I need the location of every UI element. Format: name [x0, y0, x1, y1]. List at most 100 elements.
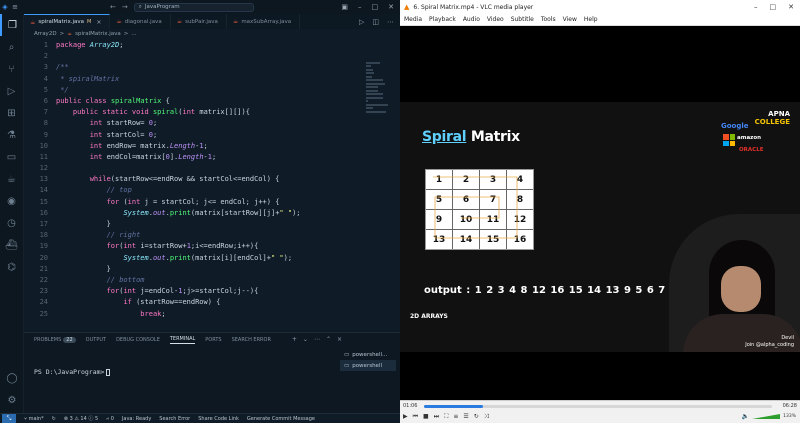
volume-control[interactable]: 🔈 133% [742, 413, 796, 420]
tab-terminal[interactable]: TERMINAL [169, 336, 196, 344]
status-ports[interactable]: ⑁ 0 [106, 416, 114, 422]
breadcrumb-symbol[interactable]: ... [131, 31, 136, 37]
status-sync-icon[interactable]: ↻ [52, 416, 56, 422]
code-line[interactable]: 1 package Array2D; [24, 40, 400, 51]
code-line[interactable]: 17 } [24, 219, 400, 230]
code-line[interactable]: 11 int endCol=matrix[0].Length-1; [24, 152, 400, 163]
menu-help[interactable]: Help [584, 16, 598, 23]
account-icon[interactable]: ◯ [0, 367, 24, 389]
code-line[interactable]: 22 // bottom [24, 275, 400, 286]
extensions-icon[interactable]: ⊞ [0, 102, 23, 124]
tab-diagonal[interactable]: ☕ diagonal.java [110, 14, 171, 29]
add-terminal-icon[interactable]: + [292, 336, 297, 343]
stop-icon[interactable]: ■ [423, 413, 429, 421]
code-line[interactable]: 23 for(int j=endCol-1;j>=startCol;j--){ [24, 286, 400, 297]
code-line[interactable]: 18 // right [24, 230, 400, 241]
java-projects-icon[interactable]: ☕ [0, 168, 23, 190]
code-line[interactable]: 6 public class spiralMatrix { [24, 96, 400, 107]
timeline-icon[interactable]: ◷ [0, 212, 23, 234]
maximize-icon[interactable]: □ [372, 3, 379, 11]
status-branch[interactable]: ⑂ main* [24, 416, 44, 422]
remote-indicator-icon[interactable]: ⤡ [2, 413, 16, 423]
terminal-output[interactable]: PS D:\JavaProgram> [34, 368, 111, 376]
menu-media[interactable]: Media [404, 16, 422, 23]
menu-view[interactable]: View [563, 16, 577, 23]
menu-playback[interactable]: Playback [429, 16, 456, 23]
code-line[interactable]: 13 while(startRow<=endRow && startCol<=e… [24, 174, 400, 185]
github-icon[interactable]: ◉ [0, 190, 23, 212]
minimize-icon[interactable]: – [754, 3, 758, 11]
code-line[interactable]: 16 System.out.print(matrix[startRow][j]+… [24, 208, 400, 219]
testing-icon[interactable]: ⚗ [0, 124, 23, 146]
code-line[interactable]: 24 if (startRow==endRow) { [24, 297, 400, 308]
back-arrow-icon[interactable]: ← [110, 3, 116, 11]
code-line[interactable]: 21 } [24, 264, 400, 275]
code-line[interactable]: 20 System.out.print(matrix[i][endCol]+" … [24, 253, 400, 264]
shuffle-icon[interactable]: ⤨ [484, 413, 489, 421]
volume-slider[interactable] [752, 414, 781, 419]
minimize-icon[interactable]: – [358, 3, 362, 11]
code-line[interactable]: 15 for (int j = startCol; j<= endCol; j+… [24, 197, 400, 208]
next-icon[interactable]: ⏭ [434, 413, 439, 421]
menu-icon[interactable]: ≡ [10, 3, 20, 11]
search-sidebar-icon[interactable]: ⌕ [0, 36, 23, 58]
code-editor[interactable]: 1 package Array2D; 2 3/** 4 * spiralMatrix 5 … [24, 40, 400, 332]
forward-arrow-icon[interactable]: → [122, 3, 128, 11]
code-line[interactable]: 25 break; [24, 309, 400, 320]
status-problems[interactable]: ⊗ 3 ⚠ 14 ⓘ 5 [64, 415, 98, 422]
maximize-panel-icon[interactable]: ⌃ [326, 336, 331, 343]
close-tab-icon[interactable]: × [96, 19, 101, 26]
tab-spiralmatrix[interactable]: ☕ spiralMatrix.java M × [24, 14, 111, 29]
explorer-icon[interactable]: ❐ [0, 14, 23, 36]
split-editor-icon[interactable]: ◫ [372, 18, 379, 26]
layout-icon[interactable]: ▣ [341, 3, 348, 11]
settings-gear-icon[interactable]: ⚙ [0, 389, 24, 411]
code-line[interactable]: 3 /** [24, 62, 400, 73]
code-line[interactable]: 5 */ [24, 85, 400, 96]
extended-settings-icon[interactable]: ≡ [453, 413, 458, 421]
code-line[interactable]: 8 int startRow= 0; [24, 118, 400, 129]
video-area[interactable]: Spiral Matrix APNA COLLEGE Google amazon … [400, 26, 800, 400]
code-line[interactable]: 14 // top [24, 185, 400, 196]
previous-icon[interactable]: ⏮ [413, 413, 418, 421]
code-line[interactable]: 10 int endRow= matrix.Length-1; [24, 141, 400, 152]
status-search-error[interactable]: Search Error [159, 416, 190, 422]
status-generate-commit[interactable]: Generate Commit Message [247, 416, 315, 422]
more-actions-icon[interactable]: ⋯ [387, 18, 394, 26]
breadcrumb-file[interactable]: spiralMatrix.java [75, 31, 121, 37]
breadcrumb-folder[interactable]: Array2D [34, 31, 57, 37]
tab-search-error[interactable]: SEARCH ERROR [232, 337, 271, 343]
code-line[interactable]: 2 [24, 51, 400, 62]
code-line[interactable]: 9 int startCol= 0; [24, 130, 400, 141]
code-line[interactable]: 4 * spiralMatrix [24, 74, 400, 85]
terminal-instance[interactable]: ▭ powershell... [340, 349, 396, 360]
close-panel-icon[interactable]: × [337, 336, 342, 343]
command-center-search[interactable]: ⌕ JavaProgram [133, 2, 254, 12]
terminal-instance[interactable]: ▭ powershell [340, 360, 396, 371]
code-line[interactable]: 7 public static void spiral(int matrix[]… [24, 107, 400, 118]
menu-audio[interactable]: Audio [463, 16, 480, 23]
status-java[interactable]: Java: Ready [122, 416, 151, 422]
run-icon[interactable]: ▷ [359, 18, 364, 26]
minimap[interactable] [366, 60, 390, 130]
tree-icon[interactable]: ⌬ [0, 256, 23, 278]
code-line[interactable]: 12 [24, 163, 400, 174]
tab-debug-console[interactable]: DEBUG CONSOLE [116, 337, 160, 343]
source-control-icon[interactable]: ⑂ [0, 58, 23, 80]
close-icon[interactable]: ✕ [388, 3, 394, 11]
tab-output[interactable]: OUTPUT [86, 337, 106, 343]
tab-subpair[interactable]: ☕ subPair.java [171, 14, 227, 29]
seek-bar[interactable] [424, 405, 772, 408]
status-share-code-link[interactable]: Share Code Link [198, 416, 239, 422]
fullscreen-icon[interactable]: ⛶ [444, 413, 448, 421]
menu-tools[interactable]: Tools [541, 16, 556, 23]
code-line[interactable]: 19 for(int i=startRow+1;i<=endRow;i++){ [24, 241, 400, 252]
tab-problems[interactable]: PROBLEMS 22 [34, 336, 76, 343]
run-debug-icon[interactable]: ▷ [0, 80, 23, 102]
tab-ports[interactable]: PORTS [205, 337, 221, 343]
menu-subtitle[interactable]: Subtitle [511, 16, 534, 23]
more-actions-icon[interactable]: ⋯ [314, 336, 320, 343]
loop-icon[interactable]: ↻ [474, 413, 479, 421]
menu-video[interactable]: Video [487, 16, 504, 23]
playlist-icon[interactable]: ☰ [463, 413, 468, 421]
